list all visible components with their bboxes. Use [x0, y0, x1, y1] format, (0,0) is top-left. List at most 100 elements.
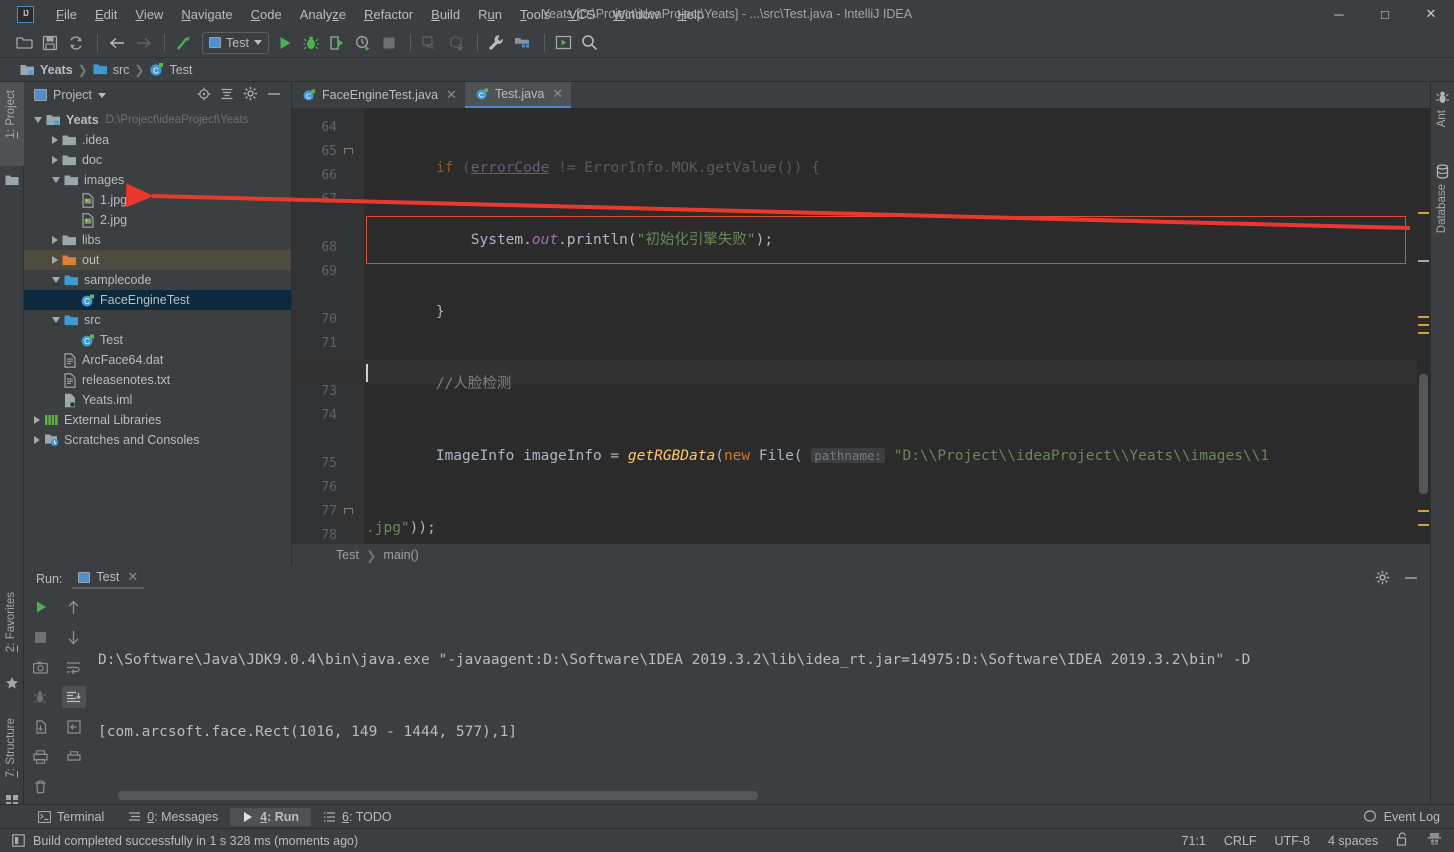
bottom-tab-todo[interactable]: 6: TODO	[311, 808, 404, 826]
tree-item-out[interactable]: out	[24, 250, 291, 270]
chevron-right-icon[interactable]	[52, 256, 58, 264]
maximize-button[interactable]: □	[1362, 0, 1408, 28]
close-button[interactable]: ✕	[1408, 0, 1454, 28]
menu-item-edit[interactable]: Edit	[86, 3, 126, 26]
export-icon[interactable]	[29, 716, 53, 738]
navigate-back-icon[interactable]	[105, 31, 129, 55]
hide-panel-icon[interactable]	[1404, 572, 1418, 587]
hide-panel-icon[interactable]	[267, 88, 281, 103]
chevron-right-icon[interactable]	[34, 436, 40, 444]
tree-item-arcface64-dat[interactable]: ArcFace64.dat	[24, 350, 291, 370]
locate-icon[interactable]	[197, 87, 211, 104]
collapse-all-icon[interactable]	[220, 87, 234, 104]
menu-item-run[interactable]: Run	[469, 3, 511, 26]
warning-marker[interactable]	[1418, 332, 1429, 334]
tree-item-samplecode[interactable]: samplecode	[24, 270, 291, 290]
compile-icon[interactable]	[172, 31, 196, 55]
code-content[interactable]: if (errorCode != ErrorInfo.MOK.getValue(…	[364, 108, 1430, 566]
bottom-tab-run[interactable]: 4: Run	[230, 808, 311, 826]
scrollbar-thumb[interactable]	[118, 791, 758, 800]
open-folder-icon[interactable]	[12, 31, 36, 55]
breadcrumb-item-project[interactable]: Yeats	[20, 63, 73, 77]
console-horizontal-scrollbar[interactable]	[98, 791, 1416, 800]
run-button-icon[interactable]	[273, 31, 297, 55]
file-encoding[interactable]: UTF-8	[1275, 834, 1310, 848]
tree-item-test[interactable]: CTest	[24, 330, 291, 350]
sync-icon[interactable]	[64, 31, 88, 55]
save-all-icon[interactable]	[38, 31, 62, 55]
bottom-tab-terminal[interactable]: Terminal	[26, 808, 116, 826]
unlocked-icon[interactable]	[1396, 832, 1409, 849]
line-separator[interactable]: CRLF	[1224, 834, 1257, 848]
project-tree[interactable]: YeatsD:\Project\ideaProject\Yeats.ideado…	[24, 108, 291, 450]
code-editor[interactable]: 63 64 65 66 67 68 69 70 71 72 73 74 75 7…	[292, 108, 1430, 566]
tree-item-external-libraries[interactable]: External Libraries	[24, 410, 291, 430]
close-icon[interactable]: ✕	[127, 569, 138, 585]
up-arrow-icon[interactable]	[62, 596, 86, 618]
caret-position[interactable]: 71:1	[1182, 834, 1206, 848]
tree-item-images[interactable]: images	[24, 170, 291, 190]
scroll-to-end-icon[interactable]	[62, 686, 86, 708]
sidebar-button-project[interactable]: 1: Project	[0, 82, 24, 166]
menu-item-view[interactable]: View	[126, 3, 172, 26]
tree-item-yeats[interactable]: YeatsD:\Project\ideaProject\Yeats	[24, 110, 291, 130]
warning-marker[interactable]	[1418, 212, 1429, 214]
run-with-coverage-icon[interactable]	[325, 31, 349, 55]
hector-icon[interactable]	[1427, 832, 1442, 849]
editor-gutter[interactable]: 63 64 65 66 67 68 69 70 71 72 73 74 75 7…	[292, 108, 364, 566]
debug-icon[interactable]	[299, 31, 323, 55]
editor-tab-faceenginetest[interactable]: C FaceEngineTest.java ✕	[292, 82, 465, 108]
editor-tab-test[interactable]: C Test.java ✕	[465, 82, 571, 108]
bottom-tab-messages[interactable]: 0: Messages	[116, 808, 230, 826]
warning-marker[interactable]	[1418, 324, 1429, 326]
trash-icon[interactable]	[29, 776, 53, 798]
settings-gear-icon[interactable]	[1375, 570, 1390, 588]
breadcrumb-item-src[interactable]: src	[93, 63, 130, 77]
editor-vertical-scrollbar[interactable]	[1417, 134, 1430, 566]
indent-setting[interactable]: 4 spaces	[1328, 834, 1378, 848]
tree-item-2-jpg[interactable]: 2.jpg	[24, 210, 291, 230]
breadcrumb-class[interactable]: Test	[336, 548, 359, 562]
soft-wrap-icon[interactable]	[62, 656, 86, 678]
tree-item-src[interactable]: src	[24, 310, 291, 330]
code-fold-marker[interactable]	[344, 148, 353, 154]
move-to-left-icon[interactable]	[62, 716, 86, 738]
project-panel-title-group[interactable]: Project	[34, 88, 106, 102]
breadcrumb-item-test[interactable]: C Test	[149, 62, 192, 77]
printer-alt-icon[interactable]	[62, 746, 86, 768]
chevron-down-icon[interactable]	[52, 177, 60, 183]
event-log-label[interactable]: Event Log	[1384, 810, 1440, 824]
run-configuration-selector[interactable]: Test	[202, 32, 269, 54]
chevron-down-icon[interactable]	[52, 277, 60, 283]
rerun-icon[interactable]	[29, 596, 53, 618]
tree-item--idea[interactable]: .idea	[24, 130, 291, 150]
breadcrumb-method[interactable]: main()	[383, 548, 418, 562]
minimize-button[interactable]: ─	[1316, 0, 1362, 28]
close-icon[interactable]: ✕	[446, 87, 457, 103]
menu-item-navigate[interactable]: Navigate	[172, 3, 241, 26]
profile-icon[interactable]	[351, 31, 375, 55]
project-structure-icon[interactable]	[511, 31, 535, 55]
screenshot-icon[interactable]	[29, 656, 53, 678]
tree-item-1-jpg[interactable]: 1.jpg	[24, 190, 291, 210]
run-tab-test[interactable]: Test ✕	[72, 569, 144, 589]
tree-item-releasenotes-txt[interactable]: releasenotes.txt	[24, 370, 291, 390]
warning-marker[interactable]	[1418, 524, 1429, 526]
tree-item-faceenginetest[interactable]: CFaceEngineTest	[24, 290, 291, 310]
console-output[interactable]: D:\Software\Java\JDK9.0.4\bin\java.exe "…	[98, 592, 1416, 784]
chevron-right-icon[interactable]	[34, 416, 40, 424]
run-anything-icon[interactable]	[552, 31, 576, 55]
settings-wrench-icon[interactable]	[485, 31, 509, 55]
change-marker[interactable]	[1418, 260, 1429, 262]
warning-marker[interactable]	[1418, 510, 1429, 512]
scrollbar-thumb[interactable]	[1419, 374, 1428, 494]
warning-marker[interactable]	[1418, 316, 1429, 318]
settings-gear-icon[interactable]	[243, 86, 258, 104]
tree-item-scratches-and-consoles[interactable]: Scratches and Consoles	[24, 430, 291, 450]
menu-item-refactor[interactable]: Refactor	[355, 3, 422, 26]
search-everywhere-icon[interactable]	[578, 31, 602, 55]
menu-item-build[interactable]: Build	[422, 3, 469, 26]
code-fold-marker[interactable]	[344, 508, 353, 514]
tree-item-yeats-iml[interactable]: Yeats.iml	[24, 390, 291, 410]
chevron-down-icon[interactable]	[52, 317, 60, 323]
